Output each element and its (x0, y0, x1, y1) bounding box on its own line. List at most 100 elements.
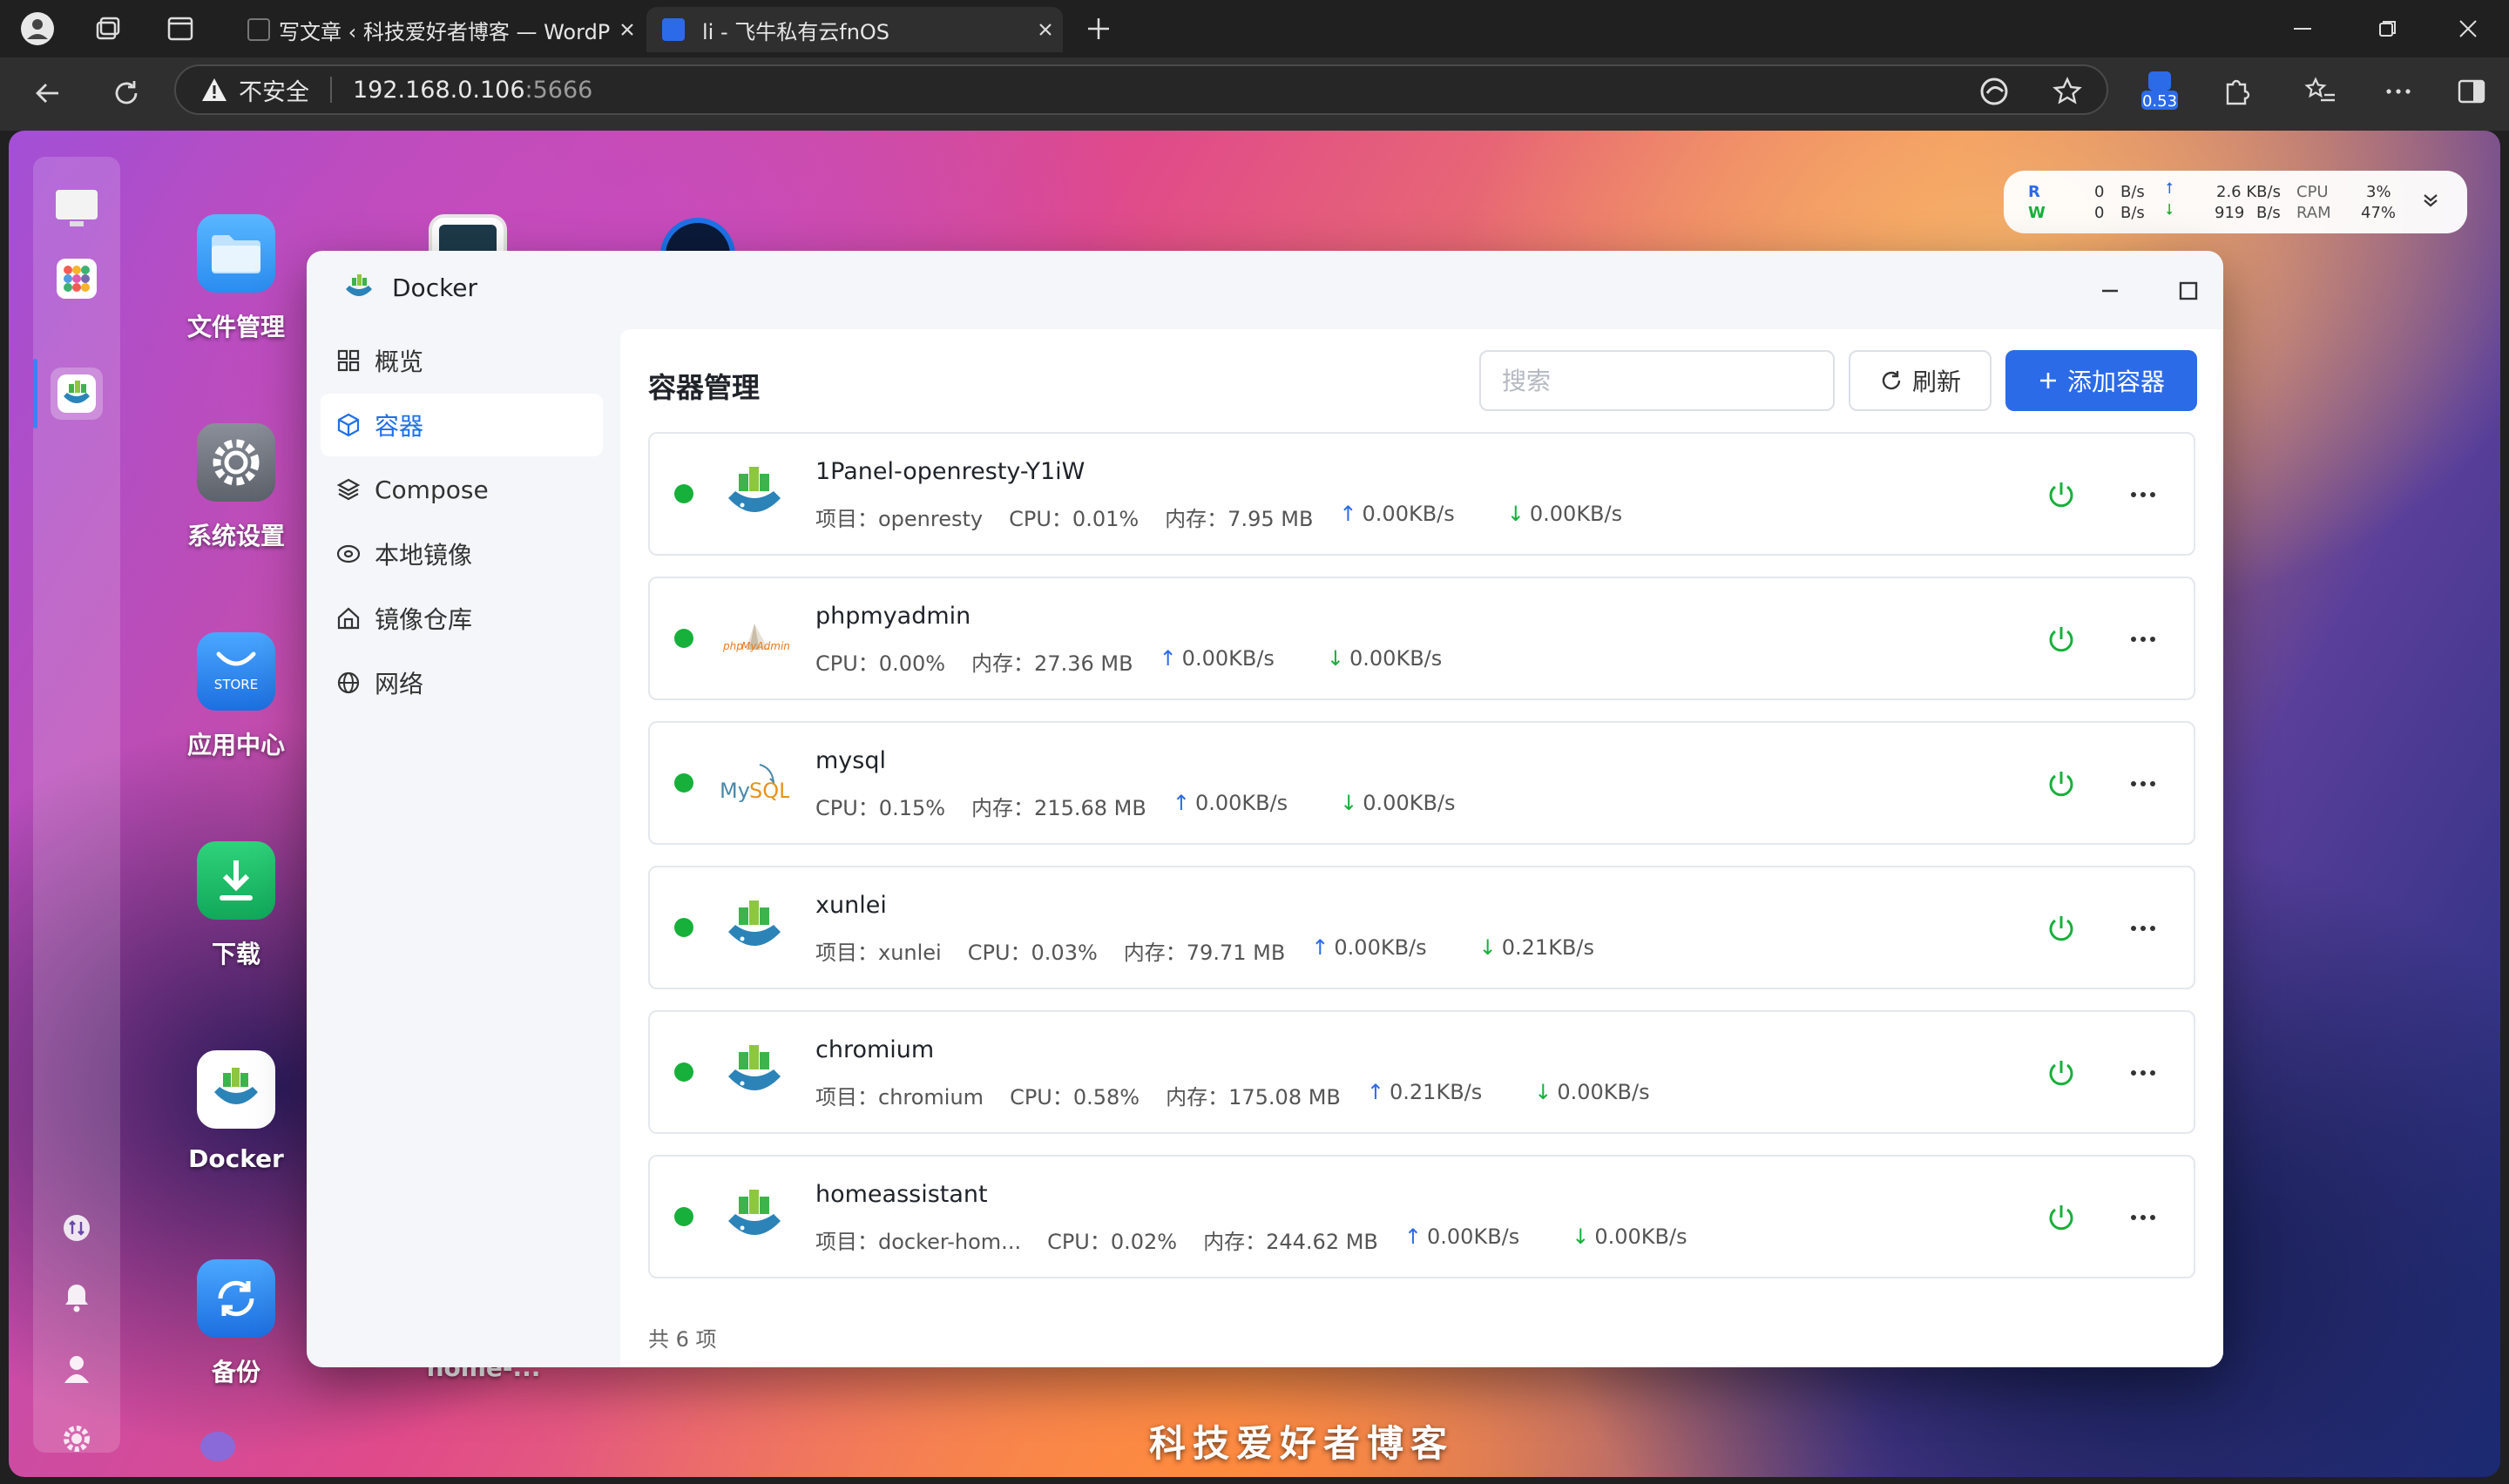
app-store[interactable]: STORE 应用中心 (153, 632, 319, 761)
container-row[interactable]: php MyAdmin phpmyadmin CPU：0.00% 内存：27.36… (648, 577, 2195, 700)
more-menu-icon[interactable] (2378, 71, 2418, 111)
gear-icon (197, 423, 275, 502)
extension-badge-icon[interactable]: 0.53 (2138, 70, 2181, 113)
url-host[interactable]: 192.168.0.106 (353, 77, 525, 104)
chevron-down-icon[interactable] (2420, 190, 2441, 211)
upload-value: 0.00KB/s (1194, 791, 1288, 815)
settings-gear-icon[interactable] (51, 1413, 103, 1465)
more-options-icon[interactable] (2126, 622, 2161, 657)
power-icon[interactable] (2044, 766, 2079, 801)
new-tab-icon[interactable] (1079, 9, 1119, 49)
security-label[interactable]: 不安全 (239, 73, 309, 107)
search-input[interactable] (1479, 350, 1835, 411)
download-unit: B/s (2256, 204, 2281, 222)
favorites-list-icon[interactable] (2300, 71, 2340, 111)
close-window-icon[interactable] (2448, 9, 2488, 49)
active-indicator (33, 359, 37, 428)
more-options-icon[interactable] (2126, 477, 2161, 512)
restore-icon[interactable] (2368, 9, 2408, 49)
download-value: 0.00KB/s (1557, 1080, 1650, 1104)
cube-icon (335, 411, 362, 439)
system-monitor-widget[interactable]: R W 0 0 B/s B/s ⭡ ⭣ 2.6 KB/s 919 B/s CPU… (2004, 171, 2467, 233)
power-icon[interactable] (2044, 911, 2079, 946)
app-file-manager[interactable]: 文件管理 (153, 214, 319, 343)
page-icon (247, 18, 270, 41)
divider (330, 77, 332, 103)
upload-value: 0.00KB/s (1334, 935, 1427, 960)
warning-icon[interactable] (200, 77, 228, 103)
vertical-tabs-icon[interactable] (160, 9, 200, 49)
favorite-star-icon[interactable] (2047, 71, 2087, 111)
power-icon[interactable] (2044, 1056, 2079, 1090)
window-minimize-icon[interactable] (2089, 270, 2131, 312)
nav-network[interactable]: 网络 (321, 651, 603, 714)
docker-dock-icon[interactable] (51, 368, 103, 420)
container-download: ↓ 0.00KB/s (1507, 502, 1648, 532)
container-logo-icon: My SQL (720, 749, 789, 819)
window-maximize-icon[interactable] (2167, 270, 2209, 312)
more-options-icon[interactable] (2126, 911, 2161, 946)
app-icon-partial[interactable] (200, 1432, 235, 1461)
add-container-button[interactable]: 添加容器 (2005, 350, 2197, 411)
app-system-settings[interactable]: 系统设置 (153, 423, 319, 552)
container-upload: ↑ 0.00KB/s (1339, 502, 1480, 532)
container-list: 1Panel-openresty-Y1iW 项目：openresty CPU：0… (648, 432, 2195, 1299)
container-row[interactable]: 1Panel-openresty-Y1iW 项目：openresty CPU：0… (648, 432, 2195, 556)
nav-compose[interactable]: Compose (321, 458, 603, 521)
url-bar[interactable]: 不安全 192.168.0.106:5666 (174, 64, 2108, 115)
app-backup[interactable]: 备份 (153, 1259, 319, 1388)
back-arrow-icon[interactable] (28, 73, 68, 113)
docker-icon (197, 1050, 275, 1129)
download-value: 0.21KB/s (1501, 935, 1594, 960)
user-icon[interactable] (51, 1343, 103, 1395)
extensions-puzzle-icon[interactable] (2216, 71, 2256, 111)
transfer-icon[interactable] (51, 1202, 103, 1254)
tab-fnos[interactable]: li - 飞牛私有云fnOS (646, 7, 1063, 52)
app-docker[interactable]: Docker (153, 1050, 319, 1173)
docker-logo-icon (342, 270, 376, 305)
profile-avatar-icon[interactable] (17, 9, 57, 49)
edge-icon[interactable] (1974, 71, 2014, 111)
more-options-icon[interactable] (2126, 1200, 2161, 1235)
container-logo-icon (720, 1183, 789, 1252)
nav-local-images[interactable]: 本地镜像 (321, 523, 603, 585)
sidebar-toggle-icon[interactable] (2452, 71, 2492, 111)
docker-sidebar: 概览 容器 Compose 本地镜像 镜像仓库 网络 (307, 329, 617, 716)
more-options-icon[interactable] (2126, 766, 2161, 801)
container-row[interactable]: xunlei 项目：xunlei CPU：0.03% 内存：79.71 MB ↑… (648, 866, 2195, 989)
container-row[interactable]: homeassistant 项目：docker-hom... CPU：0.02%… (648, 1155, 2195, 1278)
nav-label: 网络 (375, 670, 424, 698)
container-memory: 内存：244.62 MB (1203, 1230, 1378, 1254)
close-tab-icon[interactable] (1028, 12, 1063, 47)
upload-value: 0.21KB/s (1390, 1080, 1483, 1104)
power-icon[interactable] (2044, 622, 2079, 657)
power-icon[interactable] (2044, 477, 2079, 512)
tab-wordpress[interactable]: 写文章 ‹ 科技爱好者博客 — WordPress (235, 7, 645, 52)
nav-image-registry[interactable]: 镜像仓库 (321, 587, 603, 650)
close-tab-icon[interactable] (610, 12, 645, 47)
container-row[interactable]: chromium 项目：chromium CPU：0.58% 内存：175.08… (648, 1010, 2195, 1134)
refresh-button[interactable]: 刷新 (1849, 350, 1992, 411)
fnos-icon (662, 18, 685, 41)
container-logo-icon (720, 1038, 789, 1108)
app-grid-icon[interactable] (51, 253, 103, 305)
notification-bell-icon[interactable] (51, 1272, 103, 1324)
nav-label: 镜像仓库 (375, 605, 473, 634)
download-arrow-icon: ↓ (1572, 1224, 1590, 1249)
window-title-bar: Docker (342, 270, 477, 305)
nav-overview[interactable]: 概览 (321, 329, 603, 392)
browser-tab-bar: 写文章 ‹ 科技爱好者博客 — WordPress li - 飞牛私有云fnOS (0, 0, 2509, 57)
power-icon[interactable] (2044, 1200, 2079, 1235)
more-options-icon[interactable] (2126, 1056, 2161, 1090)
container-stats: CPU：0.15% 内存：215.68 MB ↑ 0.00KB/s ↓ 0.00KB… (815, 791, 1508, 821)
container-row[interactable]: My SQL mysql CPU：0.15% 内存：215.68 MB ↑ 0.00… (648, 721, 2195, 845)
app-download[interactable]: 下载 (153, 841, 319, 970)
url-port[interactable]: :5666 (525, 77, 593, 104)
minimize-icon[interactable] (2282, 9, 2323, 49)
container-cpu: CPU：0.58% (1010, 1085, 1140, 1110)
nav-containers[interactable]: 容器 (321, 394, 603, 456)
container-project: 项目：openresty (815, 507, 984, 531)
workspaces-icon[interactable] (87, 9, 127, 49)
desktop-monitor-icon[interactable] (51, 183, 103, 235)
reload-icon[interactable] (106, 73, 146, 113)
